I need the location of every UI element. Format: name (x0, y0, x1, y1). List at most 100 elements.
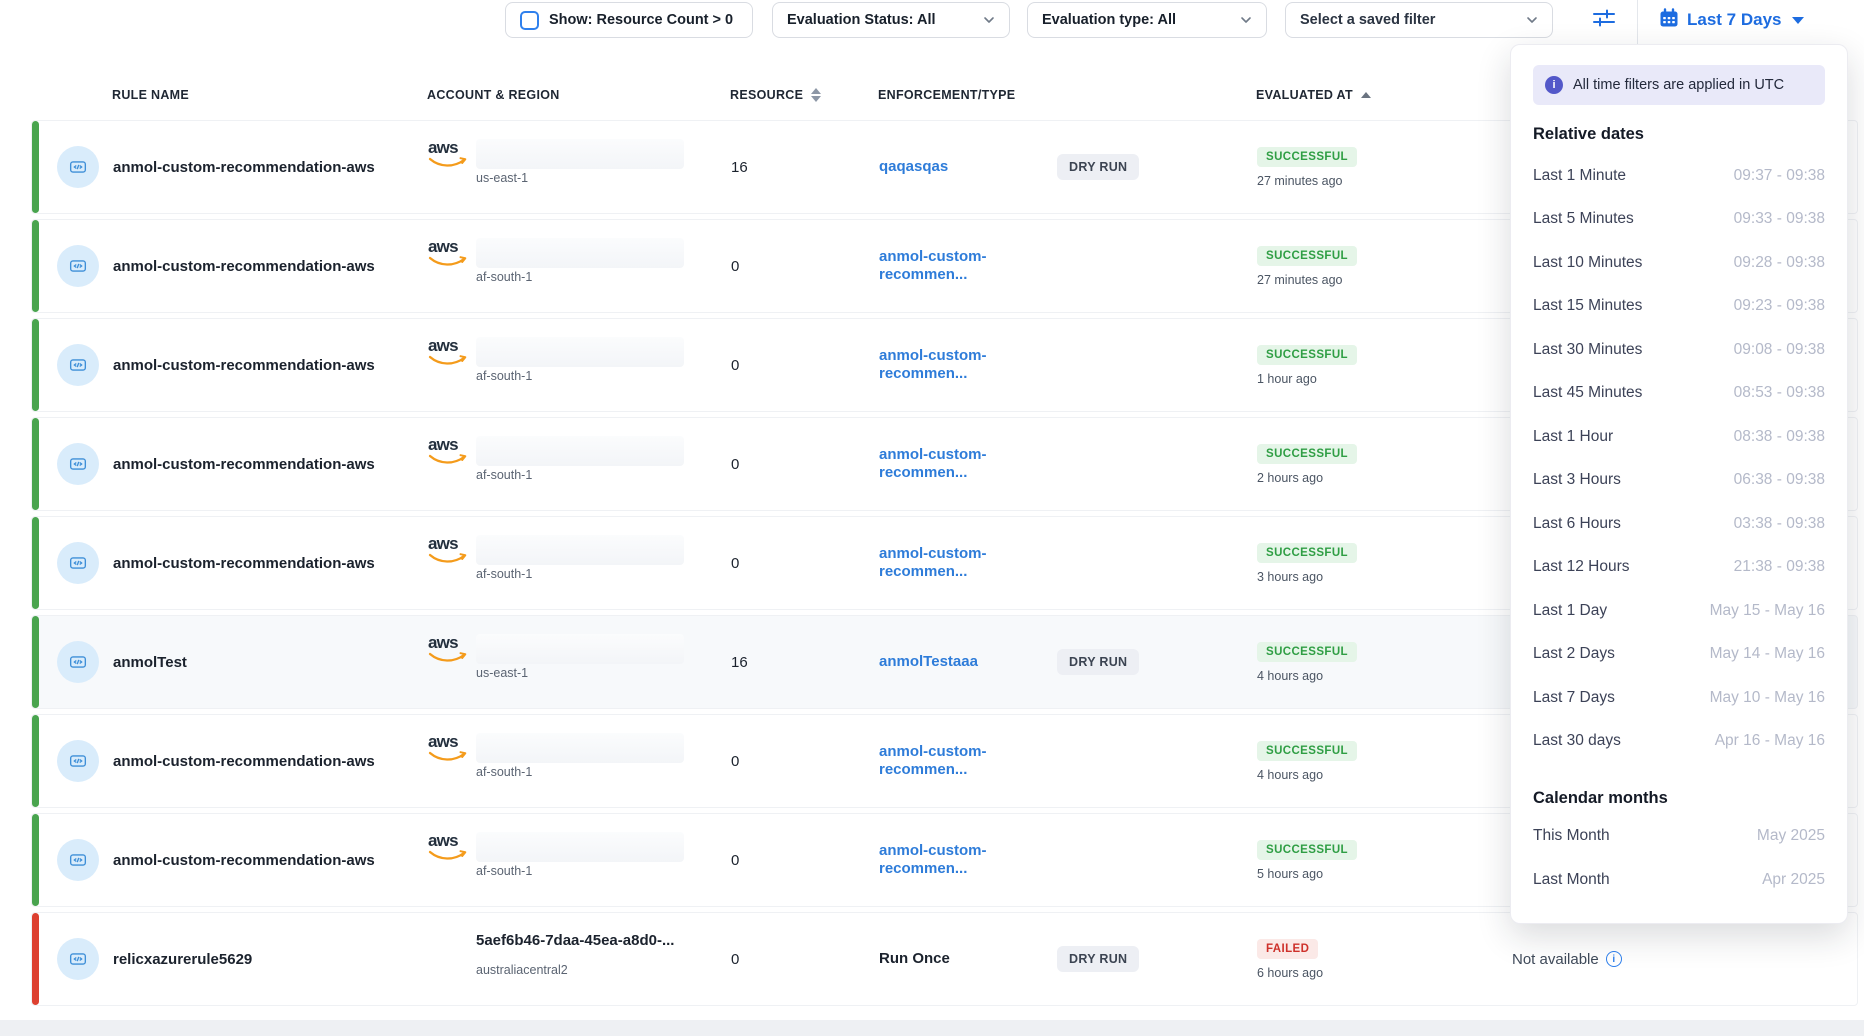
not-available-note: Not available i (1512, 951, 1857, 968)
resource-count: 0 (731, 456, 879, 473)
date-option[interactable]: Last 30 days Apr 16 - May 16 (1533, 720, 1825, 764)
date-option-label: Last 1 Minute (1533, 167, 1626, 185)
aws-logo-icon: aws (428, 537, 468, 569)
date-option-label: Last 45 Minutes (1533, 384, 1642, 402)
date-option-label: This Month (1533, 827, 1610, 845)
relative-dates-list: Last 1 Minute 09:37 - 09:38 Last 5 Minut… (1533, 154, 1825, 763)
account-region-cell: aws af-south-1 (428, 335, 731, 395)
enforcement-link[interactable]: anmol-custom-recommen... (879, 446, 987, 481)
date-option-label: Last 10 Minutes (1533, 254, 1642, 272)
evaluated-at-cell: SUCCESSFUL 4 hours ago (1257, 642, 1512, 683)
date-option[interactable]: Last 1 Minute 09:37 - 09:38 (1533, 154, 1825, 198)
sliders-icon (1591, 6, 1617, 35)
enforcement-link[interactable]: qaqasqas (879, 158, 948, 175)
calendar-icon (1659, 8, 1679, 33)
column-header-enforcement-type[interactable]: ENFORCEMENT/TYPE (878, 88, 1056, 102)
date-option-label: Last 2 Days (1533, 645, 1615, 663)
enforcement-link[interactable]: anmolTestaaa (879, 653, 978, 670)
info-bubble-icon: i (1545, 76, 1563, 94)
status-badge: FAILED (1257, 939, 1318, 959)
column-header-account-region[interactable]: ACCOUNT & REGION (427, 88, 730, 102)
show-resource-count-toggle[interactable]: Show: Resource Count > 0 (505, 2, 753, 38)
enforcement-link[interactable]: anmol-custom-recommen... (879, 347, 987, 382)
date-option[interactable]: Last 7 Days May 10 - May 16 (1533, 676, 1825, 720)
column-header-resource[interactable]: RESOURCE (730, 88, 878, 102)
date-option[interactable]: Last 6 Hours 03:38 - 09:38 (1533, 502, 1825, 546)
chevron-down-icon (1240, 14, 1252, 26)
column-header-rule-name[interactable]: RULE NAME (112, 88, 427, 102)
rule-name: anmol-custom-recommendation-aws (113, 159, 428, 176)
date-option-range: 09:08 - 09:38 (1734, 341, 1825, 359)
date-option-label: Last 30 days (1533, 732, 1621, 750)
date-option[interactable]: Last 5 Minutes 09:33 - 09:38 (1533, 198, 1825, 242)
resource-count: 16 (731, 654, 879, 671)
evaluation-status-select[interactable]: Evaluation Status: All (772, 2, 1010, 38)
date-option-range: May 15 - May 16 (1710, 602, 1825, 620)
rule-name: anmol-custom-recommendation-aws (113, 852, 428, 869)
table-row[interactable]: relicxazurerule5629 aws 5aef6b46-7daa-45… (31, 912, 1858, 1006)
evaluated-time: 4 hours ago (1257, 669, 1512, 683)
status-badge: SUCCESSFUL (1257, 246, 1357, 266)
enforcement-link[interactable]: anmol-custom-recommen... (879, 545, 987, 580)
aws-logo-icon: aws (428, 636, 468, 668)
date-option[interactable]: Last 12 Hours 21:38 - 09:38 (1533, 546, 1825, 590)
account-id-redacted (476, 436, 684, 466)
rule-name: anmol-custom-recommendation-aws (113, 258, 428, 275)
enforcement-link[interactable]: anmol-custom-recommen... (879, 842, 987, 877)
account-id-redacted (476, 832, 684, 862)
show-resource-count-label: Show: Resource Count > 0 (549, 12, 733, 28)
saved-filter-placeholder: Select a saved filter (1300, 12, 1435, 28)
evaluated-time: 27 minutes ago (1257, 174, 1512, 188)
account-id-redacted (476, 634, 684, 664)
date-option-label: Last 30 Minutes (1533, 341, 1642, 359)
enforcement-link[interactable]: anmol-custom-recommen... (879, 248, 987, 283)
show-resource-count-checkbox[interactable] (520, 11, 539, 30)
date-range-button[interactable]: Last 7 Days (1659, 3, 1804, 37)
relative-dates-heading: Relative dates (1533, 125, 1825, 144)
filter-adjustments-button[interactable] (1584, 4, 1624, 36)
date-option-range: May 14 - May 16 (1710, 645, 1825, 663)
region-label: af-south-1 (476, 765, 532, 779)
date-option[interactable]: Last 30 Minutes 09:08 - 09:38 (1533, 328, 1825, 372)
saved-filter-select[interactable]: Select a saved filter (1285, 2, 1553, 38)
date-option-label: Last 12 Hours (1533, 558, 1630, 576)
date-option[interactable]: Last Month Apr 2025 (1533, 858, 1825, 902)
date-option[interactable]: Last 1 Hour 08:38 - 09:38 (1533, 415, 1825, 459)
rule-name: anmol-custom-recommendation-aws (113, 555, 428, 572)
sort-icon[interactable] (811, 88, 821, 102)
date-option-label: Last 1 Hour (1533, 428, 1613, 446)
date-option[interactable]: This Month May 2025 (1533, 814, 1825, 858)
enforcement-link[interactable]: anmol-custom-recommen... (879, 743, 987, 778)
date-option-label: Last 15 Minutes (1533, 297, 1642, 315)
date-option[interactable]: Last 15 Minutes 09:23 - 09:38 (1533, 285, 1825, 329)
enforcement-link[interactable]: Run Once (879, 950, 950, 967)
account-region-cell: aws af-south-1 (428, 236, 731, 296)
column-header-evaluated-at[interactable]: EVALUATED AT (1256, 88, 1511, 102)
page-bottom-strip (0, 1020, 1864, 1036)
rule-icon (57, 839, 99, 881)
info-icon[interactable]: i (1606, 951, 1622, 967)
status-accent-bar (32, 418, 39, 510)
date-option-range: 09:33 - 09:38 (1734, 210, 1825, 228)
date-option-range: 09:37 - 09:38 (1734, 167, 1825, 185)
account-region-cell: aws af-south-1 (428, 830, 731, 890)
region-label: us-east-1 (476, 171, 528, 185)
date-option[interactable]: Last 10 Minutes 09:28 - 09:38 (1533, 241, 1825, 285)
aws-logo-icon: aws (428, 240, 468, 272)
evaluation-type-select[interactable]: Evaluation type: All (1027, 2, 1267, 38)
status-badge: SUCCESSFUL (1257, 543, 1357, 563)
account-region-cell: aws af-south-1 (428, 731, 731, 791)
date-option[interactable]: Last 2 Days May 14 - May 16 (1533, 633, 1825, 677)
rule-name: anmol-custom-recommendation-aws (113, 753, 428, 770)
date-option[interactable]: Last 1 Day May 15 - May 16 (1533, 589, 1825, 633)
account-id-redacted (476, 139, 684, 169)
date-option-label: Last 6 Hours (1533, 515, 1621, 533)
date-option[interactable]: Last 45 Minutes 08:53 - 09:38 (1533, 372, 1825, 416)
evaluated-at-cell: SUCCESSFUL 4 hours ago (1257, 741, 1512, 782)
account-id-redacted (476, 535, 684, 565)
account-region-cell: aws af-south-1 (428, 434, 731, 494)
status-accent-bar (32, 616, 39, 708)
evaluated-time: 3 hours ago (1257, 570, 1512, 584)
evaluated-time: 5 hours ago (1257, 867, 1512, 881)
date-option[interactable]: Last 3 Hours 06:38 - 09:38 (1533, 459, 1825, 503)
